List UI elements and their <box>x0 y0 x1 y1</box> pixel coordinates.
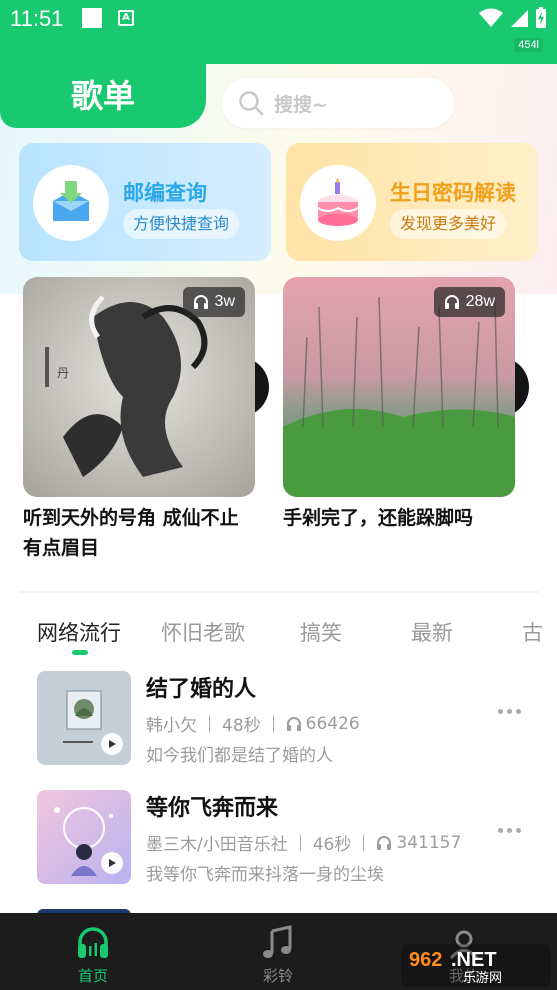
headphones-icon <box>286 716 301 731</box>
meta-separator <box>272 715 274 732</box>
tab-funny[interactable]: 搞笑 <box>300 617 342 647</box>
mailbox-icon <box>53 181 89 221</box>
svg-text:乐游网: 乐游网 <box>463 971 502 986</box>
play-count: 3w <box>214 293 235 310</box>
playlist-title-line: 听到天外的号角 成仙不止 <box>23 507 239 529</box>
meta-separator <box>363 834 365 851</box>
network-speed: 454l <box>514 38 543 52</box>
card-subtitle: 发现更多美好 <box>390 209 507 239</box>
search-placeholder: 搜搜~ <box>274 93 328 116</box>
more-options-icon[interactable] <box>498 828 521 833</box>
song-thumbnail <box>37 671 131 765</box>
play-count-badge: 28w <box>433 287 505 317</box>
song-play-count: 66426 <box>305 713 360 734</box>
nav-home[interactable]: 首页 <box>43 913 143 990</box>
headphones-icon <box>377 835 392 850</box>
playlist-card[interactable]: 28w <box>283 277 529 497</box>
card-icon-circle <box>300 165 376 241</box>
svg-text:丹: 丹 <box>57 366 69 380</box>
song-description: 我等你飞奔而来抖落一身的尘埃 <box>146 865 384 885</box>
card-subtitle: 方便快捷查询 <box>123 209 240 239</box>
song-duration: 48秒 <box>222 716 261 736</box>
song-row[interactable]: 结了婚的人 韩小欠 48秒 66426 如今我们都是结了婚的人 <box>37 671 537 766</box>
card-title: 邮编查询 <box>123 181 207 205</box>
headphones-icon <box>444 295 459 309</box>
meta-separator <box>299 834 301 851</box>
svg-text:962: 962 <box>409 949 442 971</box>
play-icon[interactable] <box>101 852 123 874</box>
status-icons <box>479 6 547 30</box>
nav-label: 首页 <box>77 967 108 985</box>
song-row[interactable]: 等你飞奔而来 墨三木/小田音乐社 46秒 341157 我等你飞奔而来抖落一身的… <box>37 790 537 885</box>
postcode-lookup-card[interactable]: 邮编查询 方便快捷查询 <box>19 143 271 261</box>
status-time: 11:51 <box>10 6 64 31</box>
site-watermark-logo: 962 .NET 乐游网 <box>401 944 551 986</box>
playlist-title-line: 有点眉目 <box>23 537 100 559</box>
nav-label: 彩铃 <box>262 967 293 985</box>
music-note-icon <box>263 925 292 958</box>
song-description: 如今我们都是结了婚的人 <box>146 746 333 766</box>
card-icon-circle <box>33 165 109 241</box>
section-divider <box>19 591 539 593</box>
notification-a-icon: A <box>118 10 134 26</box>
svg-text:.NET: .NET <box>451 949 497 971</box>
song-title: 结了婚的人 <box>146 677 257 702</box>
page-title: 歌单 <box>0 64 206 128</box>
tab-ancient[interactable]: 古 <box>522 617 543 647</box>
playlist-card[interactable]: 丹 3w <box>23 277 269 497</box>
song-artist: 墨三木/小田音乐社 <box>146 835 288 855</box>
nav-ringtone[interactable]: 彩铃 <box>228 913 328 990</box>
tab-network-popular[interactable]: 网络流行 <box>37 617 121 647</box>
birthday-code-card[interactable]: 生日密码解读 发现更多美好 <box>286 143 538 261</box>
playlist-title-line: 手剁完了，还能跺脚吗 <box>283 507 474 529</box>
headphones-icon <box>193 295 208 309</box>
card-title: 生日密码解读 <box>390 181 516 205</box>
tab-newest[interactable]: 最新 <box>411 617 453 647</box>
song-meta: 墨三木/小田音乐社 46秒 341157 <box>146 830 462 856</box>
song-artist: 韩小欠 <box>146 716 197 736</box>
meta-separator <box>209 715 210 732</box>
headphones-icon <box>78 927 108 958</box>
status-bar: 11:51 A 454l <box>0 0 557 52</box>
battery-icon <box>536 7 546 28</box>
song-title: 等你飞奔而来 <box>146 796 279 821</box>
playlist-title[interactable]: 听到天外的号角 成仙不止 有点眉目 <box>23 503 263 563</box>
more-options-icon[interactable] <box>498 709 521 714</box>
play-count-badge: 3w <box>182 287 245 317</box>
play-icon[interactable] <box>101 733 123 755</box>
song-play-count: 341157 <box>396 832 462 853</box>
active-tab-indicator <box>72 650 88 655</box>
search-icon <box>239 91 264 116</box>
song-duration: 46秒 <box>312 835 352 855</box>
playlist-title[interactable]: 手剁完了，还能跺脚吗 <box>283 503 533 533</box>
birthday-cake-icon <box>317 178 359 226</box>
signal-icon <box>511 10 528 27</box>
search-input[interactable]: 搜搜~ <box>222 78 454 128</box>
notification-square-icon <box>82 8 102 28</box>
play-count: 28w <box>465 293 495 310</box>
wifi-icon <box>479 8 503 27</box>
tab-oldies[interactable]: 怀旧老歌 <box>161 617 245 647</box>
song-meta: 韩小欠 48秒 66426 <box>146 711 360 737</box>
song-thumbnail <box>37 790 131 884</box>
